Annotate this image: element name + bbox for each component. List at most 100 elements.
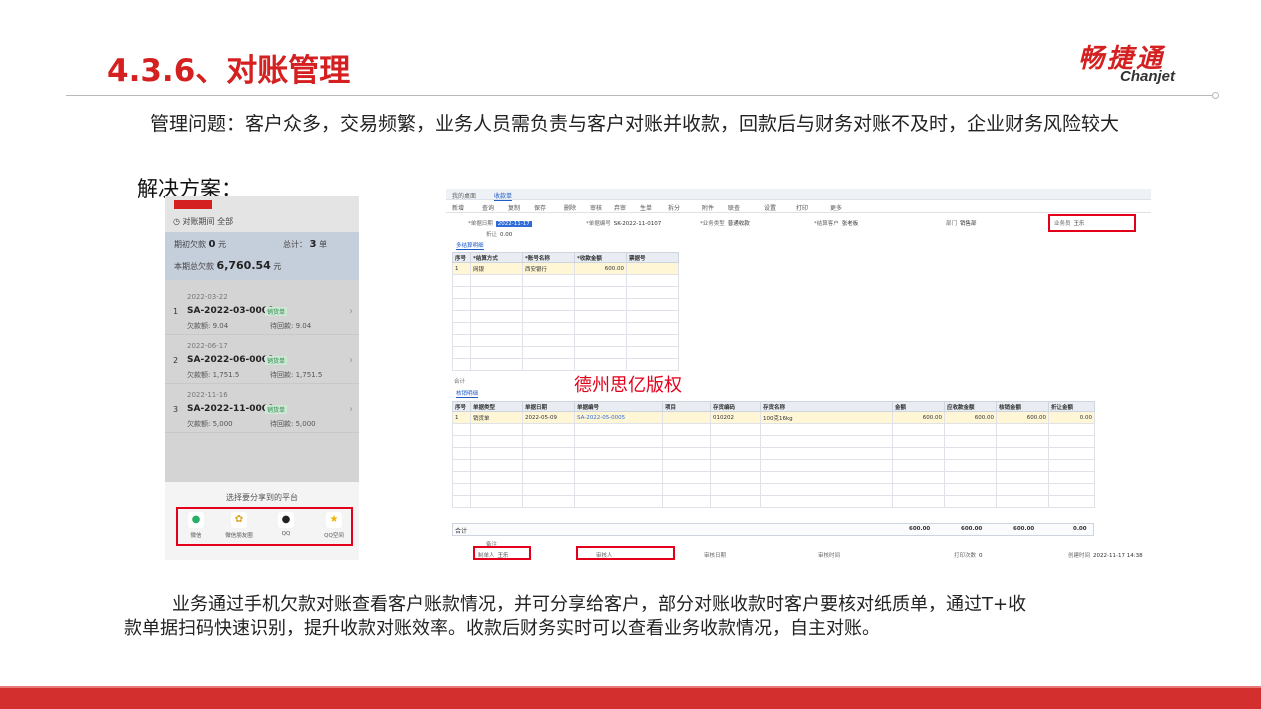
table-cell bbox=[626, 334, 679, 347]
customer-field[interactable]: *结算客户 张老板 bbox=[814, 219, 858, 227]
toolbar-linked[interactable]: 联查 bbox=[728, 203, 740, 212]
table-cell bbox=[522, 322, 575, 335]
table-cell bbox=[662, 411, 711, 424]
table-row[interactable] bbox=[452, 471, 1095, 484]
table-cell bbox=[996, 423, 1049, 436]
table-cell: SA-2022-05-0005 bbox=[574, 411, 663, 424]
status-badge: 销货单 bbox=[265, 405, 288, 414]
receipt-document-screenshot: 我的桌面 收款单 新增 查询 复制 保存 删除 审核 弃审 生单 拆分 附件 联… bbox=[446, 189, 1151, 561]
table-row[interactable] bbox=[452, 334, 679, 347]
mobile-header: ◷ 对账期间 全部 bbox=[165, 196, 359, 232]
total-count-value: 3 bbox=[309, 239, 317, 250]
table-cell bbox=[452, 346, 471, 359]
toolbar-generate[interactable]: 生单 bbox=[640, 203, 652, 212]
table-cell bbox=[522, 483, 575, 496]
table-cell bbox=[760, 495, 893, 508]
toolbar-unaudit[interactable]: 弃审 bbox=[614, 203, 626, 212]
table-cell bbox=[522, 346, 575, 359]
table-cell bbox=[626, 262, 679, 275]
table-cell bbox=[662, 483, 711, 496]
share-qzone-button[interactable]: ★ QQ空间 bbox=[314, 512, 354, 539]
status-badge: 销货单 bbox=[265, 356, 288, 365]
statement-period[interactable]: ◷ 对账期间 全部 bbox=[173, 216, 233, 227]
tab-settle-detail[interactable]: 多结算明细 bbox=[456, 241, 484, 250]
toolbar-more[interactable]: 更多 bbox=[830, 203, 842, 212]
table-cell bbox=[470, 334, 523, 347]
table-cell bbox=[626, 274, 679, 287]
table-cell: 600.00 bbox=[944, 411, 997, 424]
table-cell bbox=[522, 298, 575, 311]
toolbar-print[interactable]: 打印 bbox=[796, 203, 808, 212]
share-moments-button[interactable]: ✿ 微信朋友圈 bbox=[219, 512, 259, 539]
settle-total-label: 合计 bbox=[454, 379, 466, 385]
table-cell bbox=[996, 447, 1049, 460]
table-row[interactable] bbox=[452, 483, 1095, 496]
table-cell bbox=[1048, 495, 1095, 508]
tab-receipt[interactable]: 收款单 bbox=[494, 191, 513, 201]
chanjet-logo: 畅捷通 Chanjet bbox=[1072, 38, 1212, 93]
doc-code-field[interactable]: *单据编号 SK-2022-11-0107 bbox=[586, 219, 661, 227]
table-row[interactable] bbox=[452, 274, 679, 287]
table-cell bbox=[574, 459, 663, 472]
table-cell bbox=[710, 447, 761, 460]
table-row[interactable] bbox=[452, 298, 679, 311]
qq-icon: ● bbox=[278, 512, 294, 528]
statement-item[interactable]: 2022-11-16 3 SA-2022-11-0001 销货单 欠款额: 5,… bbox=[165, 384, 359, 433]
table-cell bbox=[626, 322, 679, 335]
statement-item[interactable]: 2022-03-22 1 SA-2022-03-0001 销货单 欠款额: 9.… bbox=[165, 286, 359, 335]
toolbar-attachment[interactable]: 附件 bbox=[702, 203, 714, 212]
title-divider bbox=[66, 95, 1216, 96]
table-row[interactable] bbox=[452, 459, 1095, 472]
table-cell bbox=[892, 483, 945, 496]
table-row[interactable]: 1 网银 西安银行 600.00 bbox=[452, 262, 679, 275]
discount-field[interactable]: 折让 0.00 bbox=[486, 230, 512, 238]
table-cell bbox=[944, 483, 997, 496]
table-cell bbox=[470, 286, 523, 299]
table-row[interactable] bbox=[452, 286, 679, 299]
toolbar-new[interactable]: 新增 bbox=[452, 203, 464, 212]
share-qq-button[interactable]: ● QQ bbox=[266, 512, 306, 537]
toolbar-split[interactable]: 拆分 bbox=[668, 203, 680, 212]
table-cell bbox=[452, 274, 471, 287]
table-row[interactable] bbox=[452, 310, 679, 323]
tab-desktop[interactable]: 我的桌面 bbox=[452, 191, 476, 200]
table-cell bbox=[470, 423, 523, 436]
table-cell bbox=[470, 459, 523, 472]
table-row[interactable] bbox=[452, 346, 679, 359]
toolbar-query[interactable]: 查询 bbox=[482, 203, 494, 212]
toolbar-delete[interactable]: 删除 bbox=[564, 203, 576, 212]
table-row[interactable] bbox=[452, 423, 1095, 436]
table-cell bbox=[470, 435, 523, 448]
table-cell bbox=[944, 471, 997, 484]
status-badge: 销货单 bbox=[265, 307, 288, 316]
table-cell: 0.00 bbox=[1048, 411, 1095, 424]
doc-date-field[interactable]: *单据日期 2022-11-17 bbox=[468, 219, 532, 227]
table-row[interactable] bbox=[452, 447, 1095, 460]
table-row[interactable] bbox=[452, 435, 1095, 448]
moments-icon: ✿ bbox=[231, 512, 247, 528]
department-field[interactable]: 部门 销售部 bbox=[946, 219, 977, 227]
table-row[interactable]: 1 销货单 2022-05-09 SA-2022-05-0005 010202 100克1… bbox=[452, 411, 1095, 424]
table-cell bbox=[522, 310, 575, 323]
table-row[interactable] bbox=[452, 358, 679, 371]
table-cell: 西安银行 bbox=[522, 262, 575, 275]
table-cell bbox=[662, 423, 711, 436]
table-cell bbox=[996, 471, 1049, 484]
business-type-field[interactable]: *业务类型 普通收款 bbox=[700, 219, 750, 227]
table-cell bbox=[626, 286, 679, 299]
statement-item[interactable]: 2022-06-17 2 SA-2022-06-0001 销货单 欠款额: 1,… bbox=[165, 335, 359, 384]
table-row[interactable] bbox=[452, 495, 1095, 508]
table-row[interactable] bbox=[452, 322, 679, 335]
share-options-highlight: ● 微信 ✿ 微信朋友圈 ● QQ ★ QQ空间 bbox=[176, 507, 353, 546]
tab-writeoff-detail[interactable]: 核销明细 bbox=[456, 389, 479, 398]
toolbar-copy[interactable]: 复制 bbox=[508, 203, 520, 212]
table-cell bbox=[470, 298, 523, 311]
share-wechat-button[interactable]: ● 微信 bbox=[176, 512, 216, 539]
toolbar-save[interactable]: 保存 bbox=[534, 203, 546, 212]
body-paragraph: 业务通过手机欠款对账查看客户账款情况，并可分享给客户，部分对账收款时客户要核对纸… bbox=[124, 594, 1027, 639]
share-sheet: 选择要分享到的平台 ● 微信 ✿ 微信朋友圈 ● QQ ★ QQ空间 bbox=[165, 482, 359, 560]
toolbar-audit[interactable]: 审核 bbox=[590, 203, 602, 212]
toolbar-settings[interactable]: 设置 bbox=[764, 203, 776, 212]
table-cell bbox=[760, 459, 893, 472]
table-cell bbox=[710, 459, 761, 472]
